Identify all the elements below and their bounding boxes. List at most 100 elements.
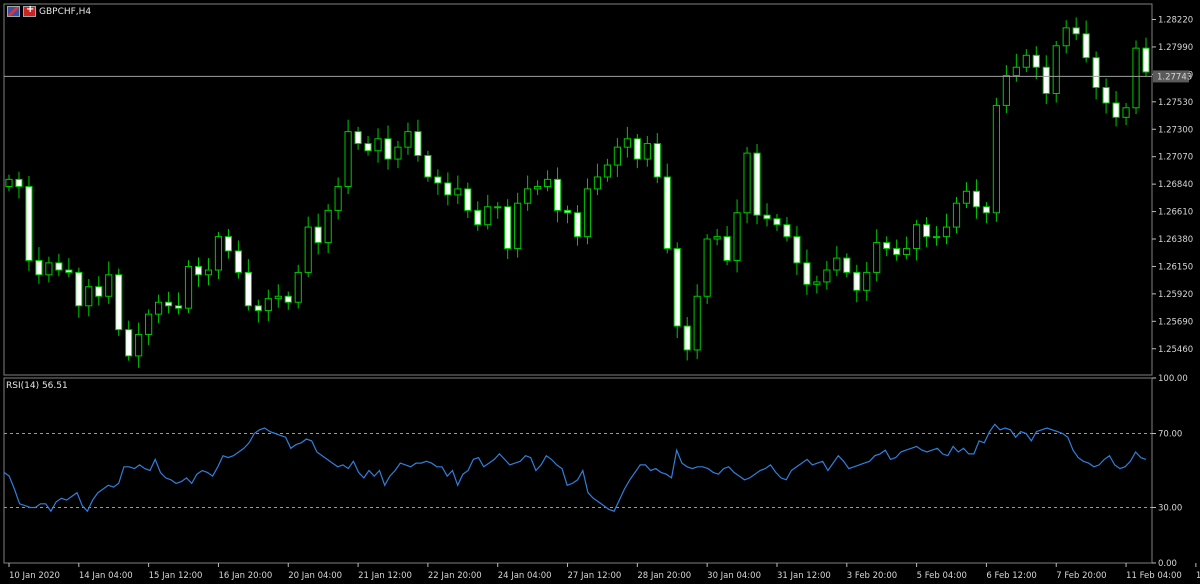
candle	[683, 317, 691, 361]
price-tick-label: 1.26840	[1158, 180, 1193, 190]
candle	[214, 231, 223, 280]
candle-body	[25, 186, 33, 261]
symbol-header: GBPCHF,H4	[7, 4, 91, 17]
candle	[155, 294, 163, 324]
candle-body	[873, 242, 881, 273]
candle	[962, 182, 971, 208]
candle-body	[1002, 75, 1010, 106]
candle	[1042, 55, 1050, 104]
candle	[563, 205, 572, 224]
candle	[803, 249, 811, 295]
candle	[414, 119, 422, 162]
candle-body	[45, 262, 53, 276]
candle	[932, 226, 941, 246]
time-tick-label: 12 Feb 12:00	[1196, 571, 1200, 581]
candle	[254, 299, 262, 323]
candle	[1002, 65, 1010, 114]
time-tick-label: 14 Jan 04:00	[79, 571, 133, 581]
candle	[274, 284, 282, 308]
candle-body	[992, 104, 1000, 214]
candle	[793, 226, 801, 275]
candle	[893, 239, 901, 261]
time-tick-label: 30 Jan 04:00	[707, 571, 761, 581]
candle-body	[224, 236, 233, 252]
candle-body	[174, 305, 183, 309]
candle	[1062, 20, 1070, 54]
candle-body	[753, 152, 761, 216]
candle-body	[972, 190, 981, 208]
candle	[184, 260, 193, 313]
candle	[773, 213, 781, 231]
candle	[633, 134, 641, 169]
candle-body	[95, 286, 103, 297]
candle-body	[1052, 45, 1060, 94]
rsi-pane[interactable]: 100.00 70.00 30.00 0.00	[3, 374, 1188, 569]
candle	[35, 247, 43, 284]
time-tick-label: 28 Jan 20:00	[637, 571, 691, 581]
candle	[514, 192, 522, 258]
candle	[583, 178, 592, 245]
price-tick-label: 1.27990	[1158, 43, 1193, 53]
candle-body	[643, 143, 651, 160]
candle-body	[803, 262, 811, 285]
candle-body	[504, 206, 512, 250]
candle-body	[1132, 47, 1140, 109]
candle	[534, 180, 542, 196]
price-axis: 1.282201.279901.277601.275301.273001.270…	[1152, 16, 1193, 355]
candle	[1032, 46, 1040, 80]
candle	[623, 126, 631, 158]
candle	[1022, 49, 1030, 72]
time-tick-label: 20 Jan 04:00	[288, 571, 342, 581]
candle	[663, 163, 671, 254]
candle	[55, 253, 63, 277]
candle	[324, 204, 332, 254]
current-price-label: 1.27743	[1157, 72, 1192, 82]
candle	[75, 267, 83, 318]
candle	[753, 144, 761, 225]
candle-body	[55, 262, 63, 271]
price-pane-frame	[3, 3, 1153, 376]
candle-body	[603, 164, 612, 178]
candle	[464, 182, 472, 219]
candle-body	[304, 226, 312, 273]
candle	[823, 260, 831, 290]
candle-body	[484, 206, 492, 226]
candle	[354, 126, 362, 150]
candle-body	[1012, 66, 1020, 77]
candle	[1102, 78, 1110, 114]
price-tick-label: 1.25690	[1158, 317, 1193, 327]
time-tick-label: 7 Feb 20:00	[1056, 571, 1106, 581]
candle	[15, 171, 23, 199]
candle-body	[254, 305, 262, 312]
candle	[972, 179, 981, 219]
candle-body	[494, 206, 502, 209]
candle	[543, 170, 552, 192]
candle-body	[982, 206, 991, 214]
candle-body	[424, 155, 432, 178]
rsi-pane-frame	[3, 377, 1153, 564]
time-tick-label: 3 Feb 20:00	[847, 571, 897, 581]
candle-body	[633, 138, 641, 160]
candle-body	[534, 186, 542, 190]
candle-body	[454, 188, 462, 196]
candle-body	[773, 218, 781, 226]
gb-flag-icon	[7, 6, 20, 17]
price-pane[interactable]	[4, 17, 1152, 368]
candle	[224, 228, 233, 259]
rsi-indicator-label: RSI(14) 56.51	[6, 381, 68, 391]
candle-body	[155, 301, 163, 315]
candle	[703, 234, 711, 304]
candle	[813, 275, 821, 294]
candle-body	[444, 182, 452, 196]
candle-body	[234, 250, 242, 273]
candle-body	[464, 188, 472, 211]
candle-body	[703, 238, 711, 297]
rsi-tick-label: 100.00	[1158, 374, 1188, 384]
price-tick-label: 1.27070	[1158, 153, 1193, 163]
candle-body	[1102, 87, 1110, 104]
time-tick-label: 27 Jan 12:00	[568, 571, 622, 581]
candle	[25, 176, 33, 271]
candle-body	[713, 236, 721, 240]
time-tick-label: 5 Feb 04:00	[917, 571, 967, 581]
candle	[1052, 40, 1060, 103]
